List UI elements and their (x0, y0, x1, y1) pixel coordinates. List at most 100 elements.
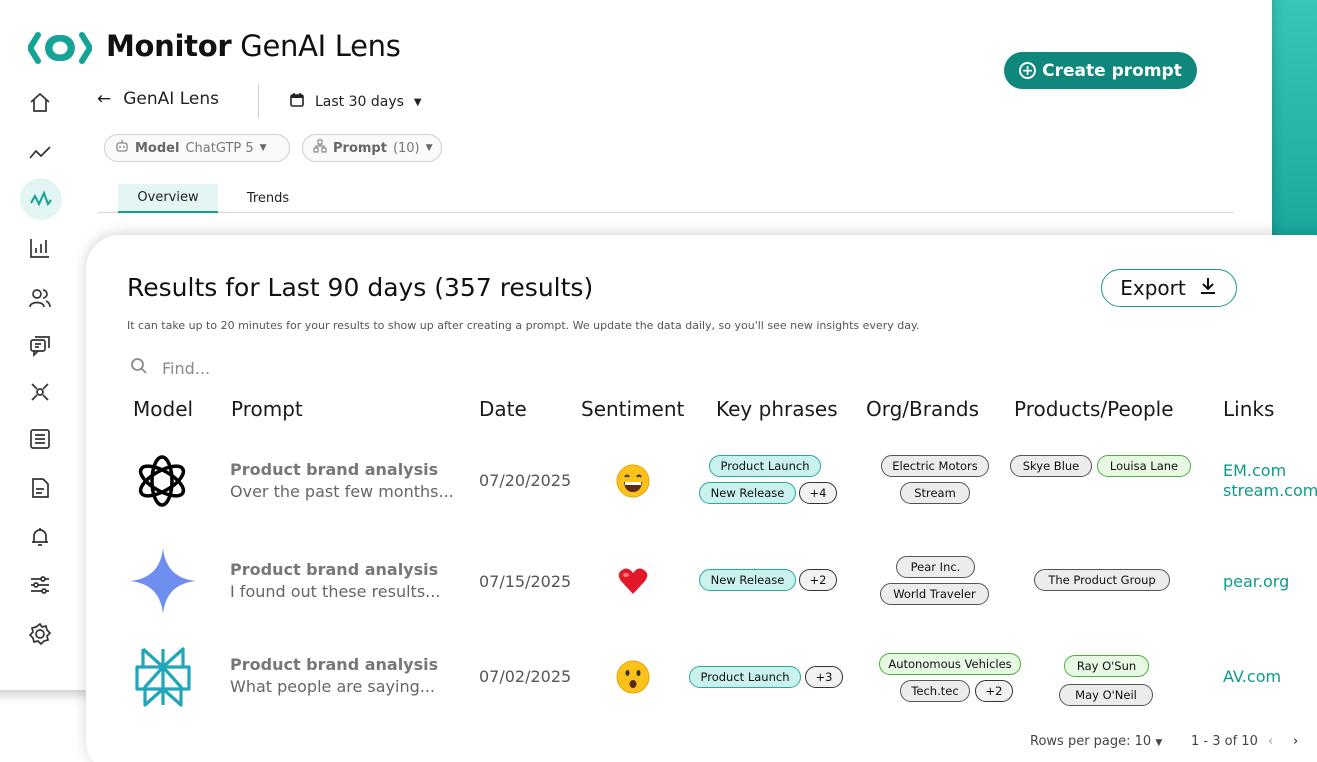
rows-per-page-label: Rows per page: 10 (1030, 734, 1152, 749)
more-count-pill[interactable]: +2 (975, 680, 1013, 702)
org-brand-pill[interactable]: The Product Group (1034, 569, 1170, 591)
caret-down-icon: ▼ (425, 143, 433, 153)
document-icon[interactable] (26, 474, 54, 502)
trend-line-icon[interactable] (26, 139, 54, 167)
view-tabs: Overview Trends (98, 184, 1234, 213)
row-link[interactable]: stream.com (1223, 481, 1317, 500)
search-placeholder: Find... (162, 358, 211, 378)
pulse-icon[interactable] (20, 178, 62, 220)
model-filter-label: Model (135, 140, 180, 156)
model-filter-value: ChatGTP 5 (185, 140, 254, 156)
sliders-icon[interactable] (26, 571, 54, 599)
tab-overview[interactable]: Overview (118, 184, 218, 213)
search-icon (130, 357, 148, 379)
grinning-face-icon (616, 464, 650, 498)
create-prompt-button[interactable]: + Create prompt (1004, 52, 1197, 89)
calendar-icon (289, 92, 305, 112)
bar-chart-icon[interactable] (26, 234, 54, 262)
prompt-filter-count: (10) (392, 140, 420, 156)
prompt-excerpt: Over the past few months... (230, 482, 454, 501)
caret-down-icon: ▼ (413, 96, 422, 108)
column-header-prompt: Prompt (231, 397, 303, 421)
prompt-title[interactable]: Product brand analysis (230, 560, 438, 579)
app-title: Monitor GenAI Lens (106, 29, 401, 63)
users-icon[interactable] (26, 284, 54, 312)
robot-icon (115, 139, 129, 157)
chevron-right-icon[interactable]: › (1293, 734, 1298, 749)
row-date: 07/02/2025 (479, 667, 572, 686)
export-button[interactable]: Export (1101, 269, 1237, 307)
column-header-sentiment: Sentiment (581, 397, 685, 421)
home-icon[interactable] (26, 89, 54, 117)
column-header-products-people: Products/People (1014, 397, 1174, 421)
column-header-model: Model (133, 397, 194, 421)
back-link[interactable]: ← GenAI Lens (97, 89, 219, 109)
more-count-pill[interactable]: +2 (799, 569, 837, 591)
org-brand-pill[interactable]: Tech.tec (900, 680, 970, 702)
app-title-bold: Monitor (106, 29, 232, 63)
header-divider (258, 84, 259, 118)
surprised-face-icon (616, 660, 650, 694)
prompt-filter-chip[interactable]: Prompt (10) ▼ (302, 134, 442, 162)
caret-down-icon: ▼ (1155, 738, 1163, 748)
sparkle-star-logo-icon (130, 548, 196, 618)
red-heart-icon (617, 565, 651, 599)
caret-down-icon: ▼ (259, 143, 267, 153)
rows-per-page-select[interactable]: Rows per page: 10 ▼ (1030, 734, 1162, 749)
perplexity-logo-icon (133, 645, 193, 713)
person-pill[interactable]: May O'Neil (1059, 684, 1153, 706)
prompt-excerpt: I found out these results... (230, 582, 441, 601)
search-input[interactable]: Find... (130, 357, 210, 379)
person-pill[interactable]: Ray O'Sun (1064, 655, 1149, 677)
key-phrase-pill[interactable]: New Release (699, 482, 796, 504)
create-prompt-label: Create prompt (1042, 60, 1182, 81)
date-range-dropdown[interactable]: Last 30 days ▼ (289, 92, 422, 112)
org-brand-pill[interactable]: Autonomous Vehicles (879, 653, 1021, 675)
results-notice: It can take up to 20 minutes for your re… (127, 319, 920, 332)
prompt-filter-label: Prompt (333, 140, 387, 156)
column-header-links: Links (1223, 397, 1275, 421)
key-phrase-pill[interactable]: Product Launch (709, 455, 821, 477)
row-link[interactable]: pear.org (1223, 572, 1289, 591)
org-brand-pill[interactable]: Electric Motors (881, 455, 989, 477)
chat-icon[interactable] (26, 332, 54, 360)
monitor-logo-icon (28, 30, 92, 66)
prompt-title[interactable]: Product brand analysis (230, 655, 438, 674)
row-link[interactable]: EM.com (1223, 461, 1286, 480)
org-brand-pill[interactable]: Pear Inc. (896, 556, 975, 578)
app-title-light: GenAI Lens (240, 29, 401, 63)
pagination-range: 1 - 3 of 10 (1191, 734, 1258, 749)
more-count-pill[interactable]: +4 (799, 482, 837, 504)
tab-trends[interactable]: Trends (228, 184, 308, 213)
list-icon[interactable] (26, 425, 54, 453)
key-phrase-pill[interactable]: New Release (699, 569, 796, 591)
person-pill[interactable]: Louisa Lane (1097, 455, 1191, 477)
row-link[interactable]: AV.com (1223, 667, 1281, 686)
openai-logo-icon (130, 449, 194, 517)
row-date: 07/20/2025 (479, 471, 572, 490)
plus-circle-icon: + (1019, 62, 1037, 79)
settings-icon[interactable] (26, 620, 54, 648)
org-brand-pill[interactable]: Stream (900, 482, 970, 504)
prompt-excerpt: What people are saying... (230, 677, 436, 696)
column-header-date: Date (479, 397, 527, 421)
column-header-org-brands: Org/Brands (866, 397, 980, 421)
column-header-key-phrases: Key phrases (716, 397, 838, 421)
arrow-left-icon: ← (97, 89, 112, 109)
download-icon (1198, 276, 1218, 301)
more-count-pill[interactable]: +3 (805, 666, 843, 688)
hierarchy-icon (313, 139, 327, 157)
network-icon[interactable] (26, 378, 54, 406)
model-filter-chip[interactable]: Model ChatGTP 5 ▼ (104, 134, 290, 162)
person-pill[interactable]: Skye Blue (1010, 455, 1092, 477)
org-brand-pill[interactable]: World Traveler (880, 583, 989, 605)
row-date: 07/15/2025 (479, 572, 572, 591)
export-label: Export (1120, 276, 1186, 300)
date-range-label: Last 30 days (315, 94, 404, 110)
results-title: Results for Last 90 days (357 results) (127, 273, 594, 302)
chevron-left-icon[interactable]: ‹ (1268, 734, 1273, 749)
bell-icon[interactable] (26, 523, 54, 551)
back-label: GenAI Lens (123, 89, 219, 109)
key-phrase-pill[interactable]: Product Launch (689, 666, 801, 688)
prompt-title[interactable]: Product brand analysis (230, 460, 438, 479)
